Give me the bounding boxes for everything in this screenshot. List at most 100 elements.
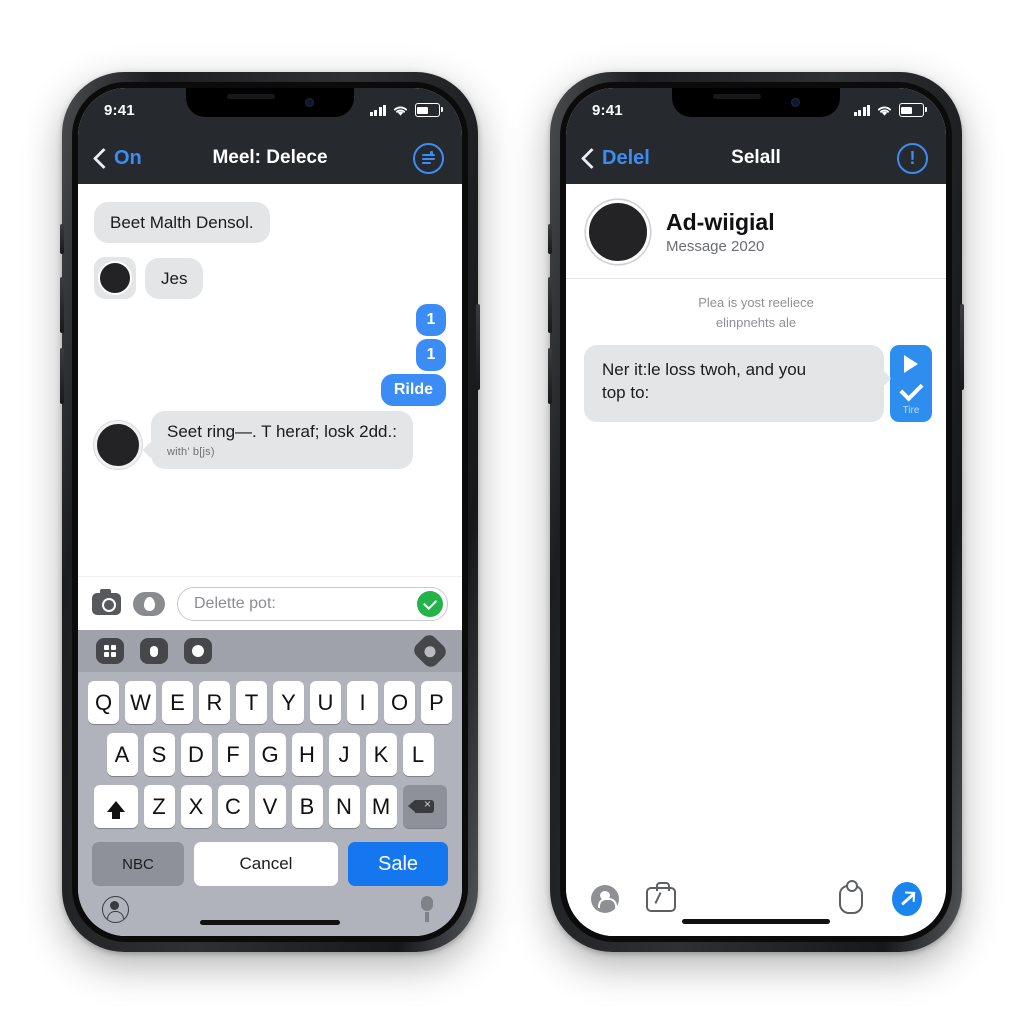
key[interactable]: K xyxy=(365,733,397,776)
contact-name: Ad-wiigial xyxy=(666,208,775,235)
nbc-button[interactable]: NBC xyxy=(92,842,184,886)
conversation-list[interactable]: Beet Malth Densol. Jes 1 1 Rilde Seet ri… xyxy=(78,184,462,576)
filter-sliders-icon[interactable] xyxy=(413,142,444,174)
avatar xyxy=(94,257,136,300)
shift-arrow-icon[interactable] xyxy=(93,785,138,828)
key[interactable]: L xyxy=(402,733,434,776)
system-note: Plea is yost reeliece elinpnehts ale xyxy=(566,279,946,339)
key[interactable]: G xyxy=(254,733,286,776)
contact-subtitle: Message 2020 xyxy=(666,238,765,256)
key[interactable]: N xyxy=(328,785,360,828)
key[interactable]: D xyxy=(180,733,212,776)
key[interactable]: M xyxy=(365,785,397,828)
key[interactable]: P xyxy=(421,681,452,724)
home-indicator[interactable] xyxy=(200,920,340,925)
key[interactable]: A xyxy=(106,733,138,776)
system-note-line1: Plea is yost reeliece xyxy=(698,295,814,310)
keyboard-row-1: Q W E R T Y U I O P xyxy=(78,681,462,724)
chevron-left-icon xyxy=(580,147,603,169)
key[interactable]: R xyxy=(199,681,230,724)
lock-badge-icon[interactable] xyxy=(590,884,620,914)
avatar xyxy=(94,421,142,470)
key[interactable]: Z xyxy=(143,785,175,828)
back-button[interactable]: On xyxy=(92,147,142,170)
message-line1: Ner it:le loss twoh, and you xyxy=(602,360,807,380)
battery-icon xyxy=(899,103,927,117)
keyboard-row-3: Z X C V B N M xyxy=(78,785,462,828)
message-bubble: Seet ring—. T heraf; losk 2dd.: with' b[… xyxy=(151,411,413,470)
back-button[interactable]: Delel xyxy=(580,146,650,170)
contact-header[interactable]: Ad-wiigial Message 2020 xyxy=(566,184,946,279)
badge-count[interactable]: 1 xyxy=(416,339,446,371)
key[interactable]: H xyxy=(291,733,323,776)
key[interactable]: C xyxy=(217,785,249,828)
sale-button[interactable]: Sale xyxy=(348,842,448,886)
badge-count[interactable]: 1 xyxy=(416,304,446,336)
key[interactable]: J xyxy=(328,733,360,776)
contact-text: Ad-wiigial Message 2020 xyxy=(666,209,775,255)
message-row[interactable]: Seet ring—. T heraf; losk 2dd.: with' b[… xyxy=(94,411,446,470)
message-action-panel[interactable]: Tire xyxy=(890,345,932,423)
check-icon[interactable] xyxy=(898,377,924,402)
key[interactable]: E xyxy=(162,681,193,724)
phone-icon[interactable] xyxy=(184,638,212,664)
message-line2: top to: xyxy=(602,383,650,403)
key[interactable]: Y xyxy=(273,681,304,724)
emoji-icon[interactable] xyxy=(410,631,450,671)
chevron-left-icon xyxy=(92,147,115,169)
key[interactable]: F xyxy=(217,733,249,776)
key[interactable]: T xyxy=(236,681,267,724)
power-button[interactable] xyxy=(960,304,964,390)
screen-right: 9:41 Delel Selall ! Ad-wiigial Message 2… xyxy=(566,88,946,936)
send-arrow-icon[interactable] xyxy=(892,882,922,916)
key[interactable]: V xyxy=(254,785,286,828)
mute-switch[interactable] xyxy=(60,224,64,254)
globe-icon[interactable] xyxy=(102,895,129,923)
phone-left: 9:41 On Meel: Delece Beet Malth Densol. … xyxy=(60,72,480,952)
volume-down-button[interactable] xyxy=(60,348,64,404)
mute-switch[interactable] xyxy=(548,224,552,254)
power-button[interactable] xyxy=(476,304,480,390)
key[interactable]: B xyxy=(291,785,323,828)
key[interactable]: Q xyxy=(88,681,119,724)
message-bubble: Beet Malth Densol. xyxy=(94,202,270,244)
home-indicator[interactable] xyxy=(682,919,830,924)
message-subtext: with' b[js) xyxy=(167,445,215,458)
key[interactable]: O xyxy=(384,681,415,724)
status-indicators xyxy=(853,103,927,117)
key[interactable]: I xyxy=(347,681,378,724)
back-button-label: Delel xyxy=(602,146,650,169)
key[interactable]: U xyxy=(310,681,341,724)
checkmark-send-icon[interactable] xyxy=(417,590,443,617)
briefcase-icon[interactable] xyxy=(646,881,676,914)
volume-up-button[interactable] xyxy=(548,277,552,333)
screen-left: 9:41 On Meel: Delece Beet Malth Densol. … xyxy=(78,88,462,936)
shield-icon[interactable] xyxy=(836,879,866,914)
system-note-line2: elinpnehts ale xyxy=(715,315,797,331)
notch xyxy=(186,88,354,117)
message-input-field[interactable]: Delette pot: xyxy=(177,586,448,621)
microphone-icon[interactable] xyxy=(416,896,438,922)
message-detail: Ad-wiigial Message 2020 Plea is yost ree… xyxy=(566,184,946,936)
earpiece-speaker xyxy=(712,94,761,99)
cancel-button[interactable]: Cancel xyxy=(194,842,338,886)
outgoing-bubble[interactable]: Rilde xyxy=(380,374,446,406)
volume-down-button[interactable] xyxy=(548,348,552,404)
key[interactable]: X xyxy=(180,785,212,828)
play-icon[interactable] xyxy=(904,355,918,374)
key[interactable]: S xyxy=(143,733,175,776)
info-circle-icon[interactable]: ! xyxy=(897,142,928,174)
grid-icon[interactable] xyxy=(96,638,124,664)
keyboard-accessory-row xyxy=(78,630,462,672)
message-row[interactable]: Beet Malth Densol. xyxy=(94,202,446,244)
camera-icon[interactable] xyxy=(92,588,121,615)
message-row[interactable]: Jes xyxy=(94,257,446,300)
mic-icon[interactable] xyxy=(140,638,168,664)
message-row[interactable]: Ner it:le loss twoh, and you top to: Tir… xyxy=(566,339,946,423)
location-pin-icon[interactable] xyxy=(133,591,165,616)
volume-up-button[interactable] xyxy=(60,277,64,333)
backspace-icon[interactable] xyxy=(402,785,447,828)
keyboard-action-row: NBC Cancel Sale xyxy=(78,837,462,886)
key[interactable]: W xyxy=(125,681,156,724)
